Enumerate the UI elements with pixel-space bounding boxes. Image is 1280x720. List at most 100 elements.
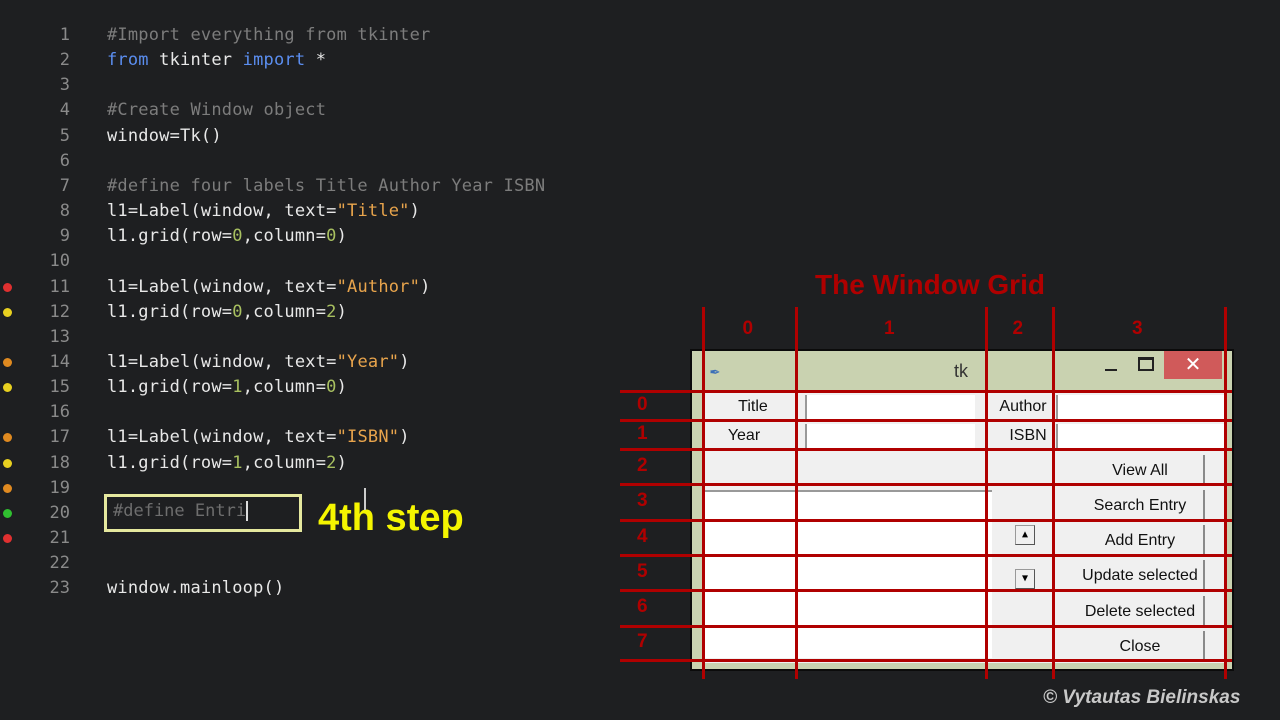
code-line[interactable]: 10 xyxy=(0,249,680,274)
line-number: 9 xyxy=(59,226,70,247)
line-number: 5 xyxy=(59,125,70,146)
tk-window[interactable]: ✒ tk ✕ Title Author Year ISBN ▲ ▼ View A… xyxy=(690,349,1234,671)
results-listbox[interactable] xyxy=(705,490,992,658)
code-token: l1.grid(row= xyxy=(107,301,233,322)
line-number: 20 xyxy=(49,502,70,523)
code-token: ,column= xyxy=(242,452,327,473)
grid-row-line xyxy=(620,448,1232,451)
grid-row-line xyxy=(620,625,1232,628)
code-line[interactable]: 3 xyxy=(0,73,680,98)
author-entry[interactable] xyxy=(1056,395,1224,419)
code-token: ,column= xyxy=(242,301,327,322)
grid-column-number: 1 xyxy=(884,318,895,339)
code-token: l1=Label(window, text= xyxy=(107,427,337,448)
code-token: 2 xyxy=(326,452,337,473)
close-icon[interactable]: ✕ xyxy=(1164,351,1222,379)
code-token: 2 xyxy=(326,301,337,322)
code-line[interactable]: 14 l1=Label(window, text="Year") xyxy=(0,350,680,375)
code-token: l1=Label(window, text= xyxy=(107,351,337,372)
grid-column-line xyxy=(1052,307,1055,679)
title-entry[interactable] xyxy=(805,395,975,419)
grid-row-line xyxy=(620,390,1232,393)
code-text: #Create Window object xyxy=(107,98,326,123)
code-token: ) xyxy=(420,276,431,297)
code-line[interactable]: 16 xyxy=(0,400,680,425)
grid-row-line xyxy=(620,589,1232,592)
grid-row-number: 3 xyxy=(637,490,648,511)
code-line[interactable]: 2 from tkinter import * xyxy=(0,48,680,73)
typing-text: #define Entri xyxy=(113,501,249,521)
code-line[interactable]: 11 l1=Label(window, text="Author") xyxy=(0,275,680,300)
tk-titlebar[interactable]: ✒ tk ✕ xyxy=(692,351,1232,391)
line-number: 12 xyxy=(49,301,70,322)
line-number: 15 xyxy=(49,377,70,398)
search-entry-button[interactable]: Search Entry xyxy=(1077,490,1205,521)
code-text: l1=Label(window, text="Year") xyxy=(107,350,410,375)
code-token: window.mainloop() xyxy=(107,578,285,599)
label-title: Title xyxy=(738,398,768,415)
code-text: l1.grid(row=1,column=2) xyxy=(107,451,347,476)
scroll-down-button[interactable]: ▼ xyxy=(1015,569,1035,589)
grid-row-number: 6 xyxy=(637,596,648,617)
close-button[interactable]: Close xyxy=(1077,631,1205,662)
code-token: l1.grid(row= xyxy=(107,377,233,398)
highlighted-typing-line: #define Entri xyxy=(104,494,302,532)
line-number: 22 xyxy=(49,553,70,574)
line-number: 10 xyxy=(49,251,70,272)
code-text: l1=Label(window, text="ISBN") xyxy=(107,425,410,450)
maximize-icon[interactable] xyxy=(1138,357,1154,371)
code-text: l1.grid(row=0,column=0) xyxy=(107,224,347,249)
step-annotation: 4th step xyxy=(318,497,464,539)
scroll-up-button[interactable]: ▲ xyxy=(1015,525,1035,545)
code-text: l1.grid(row=1,column=0) xyxy=(107,375,347,400)
code-token: ) xyxy=(409,201,421,222)
isbn-entry[interactable] xyxy=(1056,424,1224,448)
view-all-button[interactable]: View All xyxy=(1077,455,1205,486)
code-token: window=Tk() xyxy=(107,125,222,146)
line-number: 11 xyxy=(49,276,70,297)
grid-row-line xyxy=(620,659,1232,662)
code-token: l1=Label(window, text= xyxy=(107,201,337,222)
code-line[interactable]: 23 window.mainloop() xyxy=(0,576,680,601)
line-number: 16 xyxy=(49,402,70,423)
code-token: "Year" xyxy=(336,351,400,372)
grid-column-line xyxy=(1224,307,1227,679)
code-line[interactable]: 6 xyxy=(0,149,680,174)
gutter-marker-icon xyxy=(3,383,12,393)
code-token: 0 xyxy=(232,301,243,322)
code-token: import xyxy=(242,50,306,71)
code-line[interactable]: 4 #Create Window object xyxy=(0,98,680,123)
line-number: 17 xyxy=(49,427,70,448)
code-line[interactable]: 12 l1.grid(row=0,column=2) xyxy=(0,300,680,325)
year-entry[interactable] xyxy=(805,424,975,448)
code-line[interactable]: 8 l1=Label(window, text="Title") xyxy=(0,199,680,224)
add-entry-button[interactable]: Add Entry xyxy=(1077,525,1205,556)
grid-row-line xyxy=(620,519,1232,522)
line-number: 2 xyxy=(59,50,70,71)
code-line[interactable]: 9 l1.grid(row=0,column=0) xyxy=(0,224,680,249)
code-line[interactable]: 7 #define four labels Title Author Year I… xyxy=(0,174,680,199)
code-line[interactable]: 17 l1=Label(window, text="ISBN") xyxy=(0,425,680,450)
code-text: window=Tk() xyxy=(107,124,222,149)
grid-row-number: 7 xyxy=(637,631,648,652)
code-line[interactable]: 15 l1.grid(row=1,column=0) xyxy=(0,375,680,400)
code-token: #define four labels Title Author Year IS… xyxy=(107,175,546,196)
grid-row-number: 4 xyxy=(637,525,648,547)
update-selected-button[interactable]: Update selected xyxy=(1077,560,1205,591)
grid-row-number: 5 xyxy=(637,560,648,582)
grid-column-number: 2 xyxy=(1012,318,1024,339)
gutter-marker-icon xyxy=(3,458,12,468)
tk-window-title: tk xyxy=(954,361,969,381)
minimize-icon[interactable] xyxy=(1100,357,1124,377)
line-number: 14 xyxy=(49,351,70,372)
code-line[interactable]: 1 #Import everything from tkinter xyxy=(0,23,680,48)
delete-selected-button[interactable]: Delete selected xyxy=(1077,596,1205,627)
code-line[interactable]: 13 xyxy=(0,325,680,350)
code-line[interactable]: 22 xyxy=(0,551,680,576)
code-token: 0 xyxy=(326,377,337,398)
code-line[interactable]: 18 l1.grid(row=1,column=2) xyxy=(0,451,680,476)
line-number: 3 xyxy=(59,75,70,96)
code-token: from xyxy=(107,50,149,71)
grid-row-line xyxy=(620,483,1232,486)
code-line[interactable]: 5 window=Tk() xyxy=(0,124,680,149)
